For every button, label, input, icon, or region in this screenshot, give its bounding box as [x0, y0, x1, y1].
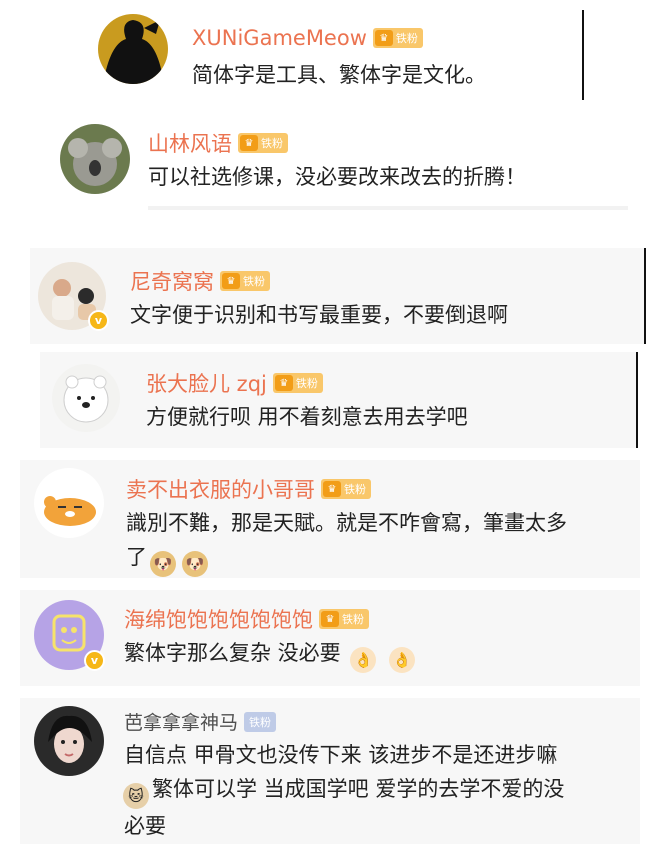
verified-badge-icon: v	[88, 310, 109, 331]
comment-line: 了 🐶 🐶	[126, 540, 636, 577]
ok-hand-emoji-icon: 👌	[350, 647, 377, 673]
verified-badge-icon: v	[84, 650, 105, 671]
crown-icon: ♛	[274, 375, 293, 391]
comment-line: 自信点 甲骨文也没传下来 该进步不是还进步嘛	[124, 743, 558, 767]
divider	[636, 352, 638, 448]
divider	[644, 248, 646, 344]
crown-icon: ♛	[321, 611, 339, 627]
comment-text: 識別不難，那是天賦。就是不咋會寫，筆畫太多 了 🐶 🐶	[126, 506, 636, 577]
ok-hand-emoji-icon: 👌	[389, 647, 416, 673]
bear-avatar-icon	[52, 364, 120, 432]
fan-badge: ♛ 铁粉	[238, 133, 288, 153]
username-text: 芭拿拿拿神马	[124, 712, 239, 734]
fan-badge: ♛ 铁粉	[220, 271, 270, 291]
username[interactable]: 尼奇窝窝 ♛ 铁粉	[130, 266, 270, 296]
username[interactable]: 海绵饱饱饱饱饱饱饱 ♛ 铁粉	[124, 604, 369, 634]
comment-text: 自信点 甲骨文也没传下来 该进步不是还进步嘛 🐱 繁体可以学 当成国学吧 爱学的去…	[123, 738, 640, 843]
avatar[interactable]	[34, 706, 104, 776]
comment-line: 🐱 繁体可以学 当成国学吧 爱学的去学不爱的没	[120, 772, 640, 809]
avatar[interactable]	[98, 14, 168, 84]
comment-card: v 尼奇窝窝 ♛ 铁粉 文字便于识别和书写最重要，不要倒退啊	[30, 248, 644, 344]
crown-icon: ♛	[323, 481, 341, 497]
username[interactable]: 卖不出衣服的小哥哥 ♛ 铁粉	[126, 474, 371, 504]
avatar[interactable]	[60, 124, 130, 194]
comment-text: 简体字是工具、繁体字是文化。	[192, 63, 486, 87]
username[interactable]: 芭拿拿拿神马 铁粉	[124, 708, 277, 735]
fan-badge: ♛ 铁粉	[319, 609, 369, 629]
divider	[582, 10, 584, 100]
comment-text: 文字便于识别和书写最重要，不要倒退啊	[130, 303, 508, 327]
comment-text: 方便就行呗 用不着刻意去用去学吧	[146, 405, 468, 429]
doge-emoji-icon: 🐶	[150, 551, 176, 577]
username[interactable]: XUNiGameMeow ♛ 铁粉	[192, 26, 423, 50]
cat-emoji-icon: 🐱	[123, 783, 149, 809]
comment-text: 繁体字那么复杂 没必要 👌 👌	[124, 636, 418, 673]
avatar[interactable]	[34, 468, 104, 538]
username-text: 尼奇窝窝	[130, 270, 214, 294]
comment-card: XUNiGameMeow ♛ 铁粉 简体字是工具、繁体字是文化。	[82, 8, 582, 102]
username-text: 张大脸儿 zqj	[146, 372, 267, 396]
crown-icon: ♛	[374, 30, 393, 46]
comment-card: 卖不出衣服的小哥哥 ♛ 铁粉 識別不難，那是天賦。就是不咋會寫，筆畫太多 了 🐶 🐶	[20, 460, 640, 578]
divider	[148, 206, 628, 210]
comment-card: 芭拿拿拿神马 铁粉 自信点 甲骨文也没传下来 该进步不是还进步嘛 🐱 繁体可以学 …	[20, 698, 640, 844]
photo-avatar-icon	[34, 706, 104, 776]
fan-badge: ♛ 铁粉	[272, 373, 323, 393]
crown-icon: ♛	[222, 273, 240, 289]
comment-card: 张大脸儿 zqj ♛ 铁粉 方便就行呗 用不着刻意去用去学吧	[40, 352, 636, 448]
username-text: XUNiGameMeow	[192, 26, 367, 50]
avatar[interactable]	[52, 364, 120, 432]
fan-badge: ♛ 铁粉	[321, 479, 371, 499]
username[interactable]: 张大脸儿 zqj ♛ 铁粉	[146, 368, 323, 398]
username-text: 卖不出衣服的小哥哥	[126, 478, 315, 502]
username-text: 海绵饱饱饱饱饱饱饱	[124, 608, 313, 632]
comment-card: 山林风语 ♛ 铁粉 可以社选修课，没必要改来改去的折腾！	[50, 114, 630, 214]
koala-avatar-icon	[60, 124, 130, 194]
fan-badge: ♛ 铁粉	[372, 28, 423, 48]
fan-badge: 铁粉	[244, 711, 277, 732]
comment-text: 可以社选修课，没必要改来改去的折腾！	[148, 165, 526, 189]
doge-emoji-icon: 🐶	[182, 551, 208, 577]
silhouette-avatar-icon	[98, 14, 168, 84]
comment-card: v 海绵饱饱饱饱饱饱饱 ♛ 铁粉 繁体字那么复杂 没必要 👌 👌	[20, 590, 640, 686]
comment-line: 必要	[124, 814, 166, 838]
comment-line: 識別不難，那是天賦。就是不咋會寫，筆畫太多	[126, 511, 567, 535]
username-text: 山林风语	[148, 132, 232, 156]
ryan-bear-avatar-icon	[34, 468, 104, 538]
username[interactable]: 山林风语 ♛ 铁粉	[148, 128, 288, 158]
crown-icon: ♛	[240, 135, 258, 151]
